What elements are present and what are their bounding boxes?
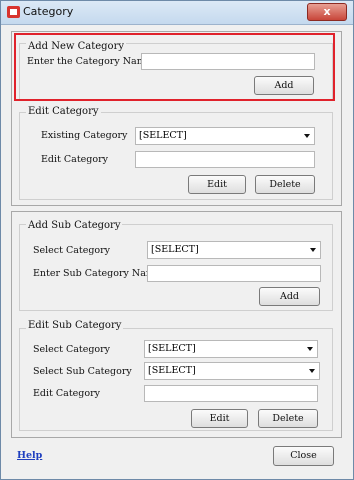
- edit-category-legend: Edit Category: [26, 106, 101, 117]
- existing-category-value: [SELECT]: [139, 130, 187, 141]
- window-title: Category: [23, 5, 74, 18]
- dropdown-arrow-icon: [309, 369, 315, 373]
- window-close-button[interactable]: x: [307, 3, 347, 21]
- close-button[interactable]: Close: [273, 446, 334, 466]
- category-window: Category x Add New Category Enter the Ca…: [0, 0, 354, 480]
- sub-select-category-label: Select Category: [33, 245, 111, 256]
- select-sub-category-value: [SELECT]: [148, 365, 196, 376]
- edit-category-input[interactable]: [135, 151, 315, 168]
- add-sub-category-button[interactable]: Add: [259, 287, 320, 306]
- highlight-box: [14, 33, 335, 101]
- help-link[interactable]: Help: [17, 450, 42, 461]
- sub-category-name-label: Enter Sub Category Name: [33, 268, 161, 279]
- edit-select-category-label: Select Category: [33, 344, 111, 355]
- existing-category-select[interactable]: [SELECT]: [135, 127, 315, 145]
- delete-sub-category-button[interactable]: Delete: [258, 409, 318, 428]
- app-icon: [7, 6, 20, 18]
- add-sub-category-legend: Add Sub Category: [26, 220, 123, 231]
- edit-select-category-value: [SELECT]: [148, 343, 196, 354]
- title-bar[interactable]: Category x: [1, 1, 353, 25]
- edit-category-label: Edit Category: [41, 154, 108, 165]
- sub-category-panel: Add Sub Category Select Category [SELECT…: [11, 211, 342, 438]
- sub-select-category-value: [SELECT]: [151, 244, 199, 255]
- select-sub-category-label: Select Sub Category: [33, 366, 132, 377]
- dropdown-arrow-icon: [304, 134, 310, 138]
- select-sub-category-select[interactable]: [SELECT]: [144, 362, 320, 380]
- edit-sub-category-legend: Edit Sub Category: [26, 320, 124, 331]
- edit-sub-category-input[interactable]: [144, 385, 318, 402]
- delete-category-button[interactable]: Delete: [255, 175, 315, 194]
- edit-select-category-select[interactable]: [SELECT]: [144, 340, 318, 358]
- sub-select-category-select[interactable]: [SELECT]: [147, 241, 321, 259]
- existing-category-label: Existing Category: [41, 130, 128, 141]
- dropdown-arrow-icon: [310, 248, 316, 252]
- edit-category-button[interactable]: Edit: [188, 175, 246, 194]
- edit-sub-category-label: Edit Category: [33, 388, 100, 399]
- sub-category-name-input[interactable]: [147, 265, 321, 282]
- edit-sub-category-button[interactable]: Edit: [191, 409, 248, 428]
- dropdown-arrow-icon: [307, 347, 313, 351]
